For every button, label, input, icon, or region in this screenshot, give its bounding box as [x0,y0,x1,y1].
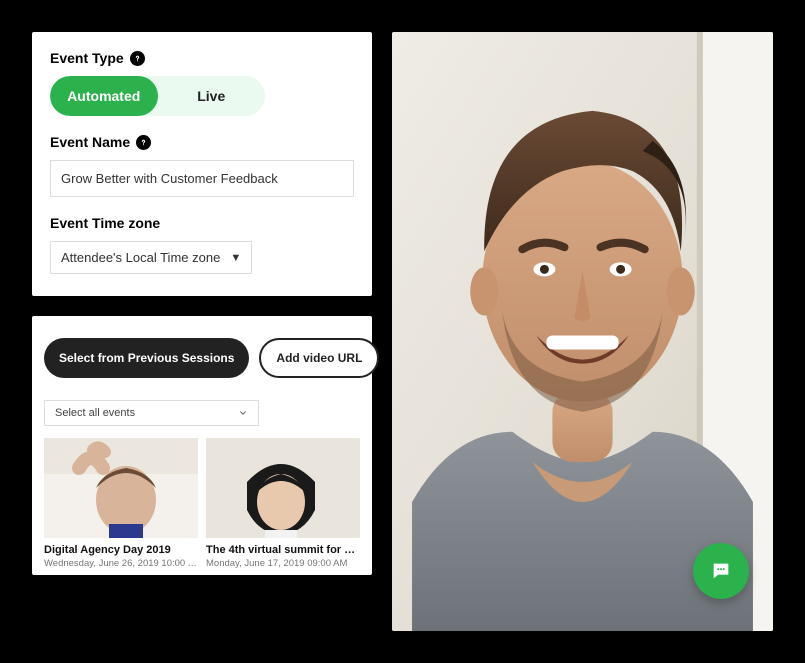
event-tz-select[interactable]: Attendee's Local Time zone ▼ [50,241,252,274]
event-type-toggle: Automated Live [50,76,265,116]
event-card[interactable]: Digital Agency Day 2019 Wednesday, June … [44,438,198,569]
help-icon[interactable] [130,51,145,66]
toggle-live[interactable]: Live [158,76,266,116]
event-name-label: Event Name [50,134,354,150]
event-tz-label: Event Time zone [50,215,354,231]
event-settings-panel: Event Type Automated Live Event Name Eve… [32,32,372,296]
dropdown-caret-icon: ▼ [230,252,241,264]
hero-image [392,32,773,631]
select-previous-sessions-button[interactable]: Select from Previous Sessions [44,338,249,378]
sessions-panel: Select from Previous Sessions Add video … [32,316,372,575]
chat-icon [710,560,732,582]
select-all-events-dropdown[interactable]: Select all events [44,400,259,426]
toggle-automated[interactable]: Automated [50,76,158,116]
event-thumb [206,438,360,538]
select-all-label: Select all events [55,407,135,419]
event-thumb [44,438,198,538]
event-type-text: Event Type [50,50,124,66]
event-name-input[interactable] [50,160,354,197]
chat-fab-button[interactable] [693,543,749,599]
event-card-date: Monday, June 17, 2019 09:00 AM [206,558,360,569]
event-card-title: Digital Agency Day 2019 [44,544,198,556]
event-card-title: The 4th virtual summit for agencies - [206,544,360,556]
event-card[interactable]: The 4th virtual summit for agencies - Mo… [206,438,360,569]
event-tz-value: Attendee's Local Time zone [61,250,220,265]
chevron-down-icon [238,408,248,418]
event-tz-text: Event Time zone [50,215,160,231]
help-icon[interactable] [136,135,151,150]
event-card-date: Wednesday, June 26, 2019 10:00 AM [44,558,198,569]
add-video-url-button[interactable]: Add video URL [259,338,379,378]
event-type-label: Event Type [50,50,354,66]
event-name-text: Event Name [50,134,130,150]
